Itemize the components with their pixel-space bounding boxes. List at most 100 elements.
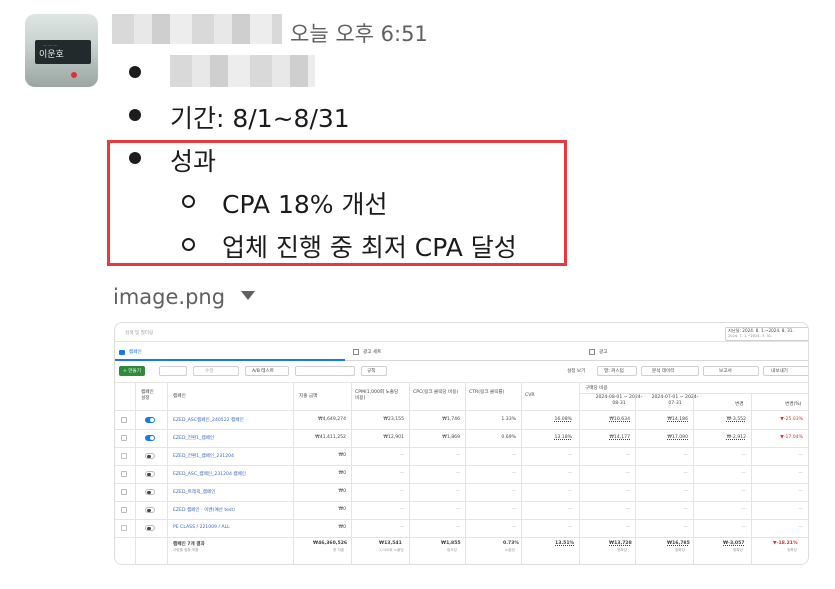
row-cell-cpm: ₩12,901 (383, 435, 404, 440)
row-cell-change: — (741, 507, 746, 512)
row-checkbox (121, 435, 127, 441)
row-cell-spend: ₩0 (338, 507, 346, 512)
breakdown-label: 분석 데이터 (652, 369, 675, 374)
row-checkbox (121, 525, 127, 531)
row-divider (115, 501, 808, 502)
row-cell-cpm: — (399, 507, 404, 512)
row-cell-cpp-b: — (683, 525, 688, 530)
row-divider (115, 447, 808, 448)
message-timestamp[interactable]: 오늘 오후 6:51 (290, 18, 428, 48)
row-cell-cpc: — (455, 471, 460, 476)
row-campaign-name: EZED 캠페인 - 이벤(예산 test) (173, 508, 235, 513)
total-ctr: 0.73% (503, 541, 519, 546)
row-campaign-name: EZED_ASC캠페인_240522 캠페인 (173, 418, 244, 423)
row-divider (115, 483, 808, 484)
row-cell-change-pct: — (798, 471, 803, 476)
attachment-filename[interactable]: image.png (113, 285, 225, 309)
row-cell-change: — (741, 489, 746, 494)
divider (115, 382, 808, 383)
ab-test-label: A/B 테스트 (252, 369, 274, 374)
date-range-compare: 2024. 7. 1.~2024. 7. 31. (728, 334, 773, 338)
edit-button (193, 366, 239, 376)
col-cpc: CPC(링크 클릭당 비용) (413, 390, 459, 395)
avatar[interactable]: — — — 이운호 (25, 14, 98, 87)
total-spend: ₩46,360,526 (313, 541, 348, 546)
tab-ad: 광고 (599, 350, 608, 355)
total-unit: 정확당 (733, 548, 743, 552)
total-spend-sub: 총 지출 (333, 548, 345, 552)
row-cell-cpc: — (455, 525, 460, 530)
row-checkbox (121, 417, 127, 423)
col-cpp-b: 2024-07-01 ~ 2024-07-31 (651, 395, 699, 406)
row-cell-spend: ₩0 (338, 489, 346, 494)
grid-icon (353, 349, 359, 355)
edit-label: 수정 (205, 369, 214, 374)
highlight-box (107, 140, 567, 266)
row-campaign-name: EZED_전환1_캠페인 (173, 436, 215, 441)
row-cell-cpc: — (455, 507, 460, 512)
col-cpm: CPM(1,000회 노출당 비용) (355, 390, 399, 401)
divider (115, 341, 808, 342)
row-cell-ctr: — (511, 489, 516, 494)
row-cell-cpp-b: — (683, 489, 688, 494)
row-cell-change-pct: — (798, 507, 803, 512)
row-cell-change-pct: ▼-25.03% (780, 417, 803, 422)
total-cpm-sub: 1,000회 노출당 (379, 548, 404, 552)
row-cell-change-pct: — (798, 525, 803, 530)
row-cell-ctr: — (511, 471, 516, 476)
total-cvr: 13.51% (555, 541, 575, 546)
row-cell-ctr: — (511, 525, 516, 530)
action-icons (295, 366, 355, 376)
row-toggle (145, 507, 155, 513)
row-cell-ctr: — (511, 453, 516, 458)
row-cell-change: ₩-2,912 (726, 435, 746, 440)
col-ctr: CTR(링크 클릭률) (469, 390, 505, 395)
row-cell-cvr: — (567, 453, 572, 458)
row-cell-spend: ₩0 (338, 525, 346, 530)
total-cpm: ₩13,541 (379, 541, 402, 546)
total-change: ₩-3,057 (723, 541, 745, 546)
row-cell-change: — (741, 525, 746, 530)
row-cell-cpp-a: ₩10,634 (609, 417, 630, 422)
divider (579, 393, 808, 394)
avatar-red-dot (71, 72, 77, 78)
row-campaign-name: PE CLASS / 221009 / ALL (173, 525, 230, 530)
row-divider (115, 429, 808, 430)
row-cell-cpm: — (399, 525, 404, 530)
row-cell-cpc: — (455, 489, 460, 494)
tab-adset: 광고 세트 (363, 350, 382, 355)
row-toggle (145, 453, 155, 459)
row-cell-change: — (741, 471, 746, 476)
row-cell-ctr: 1.33% (501, 417, 516, 422)
row-cell-cpp-a: — (625, 507, 630, 512)
bullet-2-text: 기간: 8/1~8/31 (170, 104, 350, 133)
bullet-dot (129, 109, 141, 121)
row-cell-cpp-b: — (683, 453, 688, 458)
row-campaign-name: EZED_트래픽_캠페인 (173, 490, 216, 495)
export-label: 내보내기 (771, 369, 788, 374)
col-change: 변경 (735, 402, 744, 407)
row-checkbox (121, 489, 127, 495)
row-toggle (145, 471, 155, 477)
row-cell-cvr: 16.08% (554, 417, 572, 422)
total-cpp-b: ₩16,785 (667, 541, 690, 546)
row-cell-spend: ₩0 (338, 471, 346, 476)
caret-down-icon[interactable] (241, 291, 255, 300)
row-cell-change: ₩-3,552 (726, 417, 746, 422)
folder-icon (119, 350, 125, 355)
col-cpp-group: 구매당 비용 (585, 386, 608, 391)
total-unit: 정확당 (675, 548, 685, 552)
row-checkbox (121, 507, 127, 513)
total-change-pct: ▼-18.21% (773, 541, 798, 546)
sender-name-redacted[interactable] (112, 14, 282, 44)
report-label: 보고서 (719, 369, 732, 374)
row-cell-cpp-b: — (683, 507, 688, 512)
setting-label: 설정 보기 (567, 369, 586, 374)
attachment-image[interactable]: 검색 및 필터링 지난달: 2024. 8. 1.~2024. 8. 31. 2… (114, 322, 809, 565)
col-cvr: CVR (525, 393, 535, 398)
row-cell-cpp-b: ₩14,186 (667, 417, 688, 422)
row-cell-cpp-a: — (625, 525, 630, 530)
total-cpc-sub: 링크당 (447, 548, 457, 552)
total-unit: 정확당 (787, 548, 797, 552)
rules-label: 규칙 (367, 369, 376, 374)
